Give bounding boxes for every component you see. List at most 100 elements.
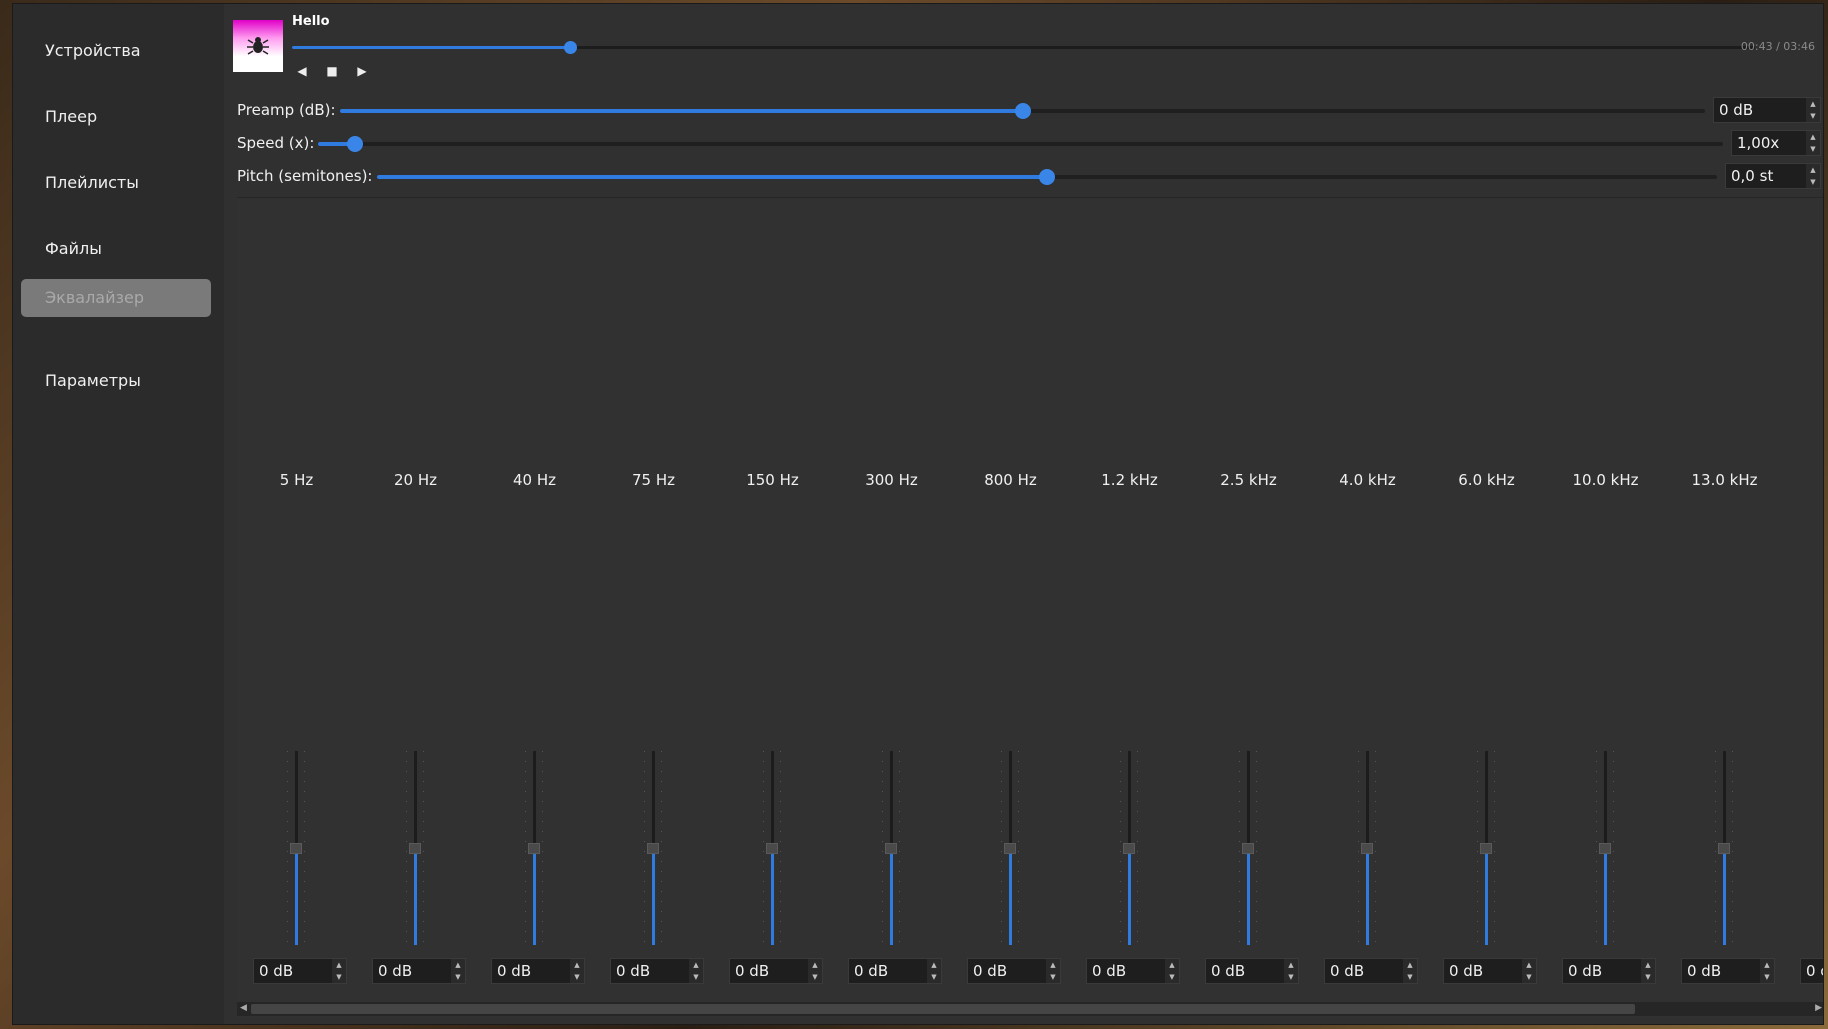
eq-band-spinbox[interactable]: 0 c▲▼ [1800, 958, 1823, 984]
spin-arrows-icon[interactable]: ▲ ▼ [1522, 959, 1536, 983]
eq-band-slider-handle[interactable] [647, 843, 659, 854]
eq-band-slider-handle[interactable] [1242, 843, 1254, 854]
spin-arrows-icon[interactable]: ▲ ▼ [1760, 959, 1774, 983]
pitch-slider[interactable] [377, 169, 1717, 185]
spin-arrows-icon[interactable]: ▲ ▼ [1806, 98, 1820, 122]
preamp-spinbox[interactable]: 0 dB ▲ ▼ [1713, 97, 1821, 123]
sidebar-item-playlists[interactable]: Плейлисты [21, 164, 211, 202]
eq-tick-marks [882, 751, 883, 945]
eq-band-label: 1 [1784, 471, 1823, 489]
speed-slider-handle[interactable] [346, 136, 363, 152]
eq-band-spinbox[interactable]: 0 dB ▲ ▼ [967, 958, 1061, 984]
eq-band: 6.0 kHz 0 dB ▲ ▼ [1427, 198, 1546, 1018]
sidebar-item-settings[interactable]: Параметры [21, 362, 211, 400]
eq-band-spinbox[interactable]: 0 dB ▲ ▼ [848, 958, 942, 984]
eq-band-value: 0 dB [1092, 962, 1127, 980]
stop-button[interactable]: ■ [324, 64, 340, 78]
eq-band: 2.5 kHz 0 dB ▲ ▼ [1189, 198, 1308, 1018]
next-button[interactable]: ▶ [354, 64, 370, 78]
spin-arrows-icon[interactable]: ▲ ▼ [1806, 131, 1820, 155]
eq-band-slider-handle[interactable] [1599, 843, 1611, 854]
eq-band-slider-handle[interactable] [1123, 843, 1135, 854]
pitch-spinbox[interactable]: 0,0 st ▲ ▼ [1725, 163, 1821, 189]
album-cover [233, 20, 283, 72]
spin-arrows-icon[interactable]: ▲ ▼ [927, 959, 941, 983]
spin-arrows-icon[interactable]: ▲ ▼ [1046, 959, 1060, 983]
spin-arrows-icon[interactable]: ▲ ▼ [451, 959, 465, 983]
eq-band-slider-handle[interactable] [1480, 843, 1492, 854]
eq-tick-marks [1256, 751, 1257, 945]
eq-band-slider-handle[interactable] [1361, 843, 1373, 854]
spin-arrows-icon[interactable]: ▲ ▼ [332, 959, 346, 983]
eq-band-slider-fill [890, 848, 893, 945]
previous-button[interactable]: ◀ [294, 64, 310, 78]
eq-tick-marks [1375, 751, 1376, 945]
eq-band-value: 0 dB [1449, 962, 1484, 980]
eq-band-slider-handle[interactable] [766, 843, 778, 854]
eq-band-slider-fill [1485, 848, 1488, 945]
spin-arrows-icon[interactable]: ▲ ▼ [1403, 959, 1417, 983]
eq-band-slider-handle[interactable] [409, 843, 421, 854]
eq-band-value: 0 dB [259, 962, 294, 980]
eq-band-spinbox[interactable]: 0 dB ▲ ▼ [1443, 958, 1537, 984]
eq-band-spinbox[interactable]: 0 dB ▲ ▼ [1681, 958, 1775, 984]
eq-tick-marks [1137, 751, 1138, 945]
horizontal-scrollbar[interactable]: ◀ ▶ [237, 1002, 1823, 1016]
eq-tick-marks [1018, 751, 1019, 945]
eq-tick-marks [899, 751, 900, 945]
eq-band-spinbox[interactable]: 0 dB ▲ ▼ [1086, 958, 1180, 984]
eq-band-label: 75 Hz [631, 471, 675, 489]
eq-band: 20 Hz 0 dB ▲ ▼ [356, 198, 475, 1018]
spin-arrows-icon[interactable]: ▲ ▼ [1641, 959, 1655, 983]
track-title: Hello [292, 14, 330, 29]
eq-band-spinbox[interactable]: 0 dB ▲ ▼ [729, 958, 823, 984]
eq-tick-marks [423, 751, 424, 945]
eq-band-value: 0 dB [735, 962, 770, 980]
main-panel: Hello 00:43 / 03:46 ◀ ■ ▶ Preamp (dB): 0… [224, 4, 1823, 1024]
spin-arrows-icon[interactable]: ▲ ▼ [570, 959, 584, 983]
eq-band-value: 0 c [1806, 962, 1823, 980]
spin-arrows-icon[interactable]: ▲ ▼ [808, 959, 822, 983]
eq-band-spinbox[interactable]: 0 dB ▲ ▼ [253, 958, 347, 984]
seek-slider-handle[interactable] [563, 41, 577, 54]
pitch-slider-handle[interactable] [1039, 169, 1055, 185]
spin-arrows-icon[interactable]: ▲ ▼ [1806, 164, 1820, 188]
spin-arrows-icon[interactable]: ▲ ▼ [1165, 959, 1179, 983]
eq-tick-marks [1715, 751, 1716, 945]
eq-band: 5 Hz 0 dB ▲ ▼ [237, 198, 356, 1018]
sidebar-item-equalizer[interactable]: Эквалайзер [21, 279, 211, 317]
sidebar-item-files[interactable]: Файлы [21, 230, 211, 268]
eq-band-slider-fill [1247, 848, 1250, 945]
eq-band-spinbox[interactable]: 0 dB ▲ ▼ [491, 958, 585, 984]
sidebar-item-player[interactable]: Плеер [21, 98, 211, 136]
app-window: Устройства Плеер Плейлисты Файлы Эквалай… [12, 3, 1824, 1025]
speed-slider[interactable] [318, 136, 1723, 152]
spin-arrows-icon[interactable]: ▲ ▼ [689, 959, 703, 983]
eq-band-spinbox[interactable]: 0 dB ▲ ▼ [1562, 958, 1656, 984]
preamp-label: Preamp (dB): [237, 101, 336, 119]
scroll-left-icon[interactable]: ◀ [240, 1003, 247, 1013]
scrollbar-thumb[interactable] [251, 1004, 1635, 1014]
eq-band-spinbox[interactable]: 0 dB ▲ ▼ [610, 958, 704, 984]
eq-band-slider-handle[interactable] [290, 843, 302, 854]
eq-band-spinbox[interactable]: 0 dB ▲ ▼ [1324, 958, 1418, 984]
spin-arrows-icon[interactable]: ▲ ▼ [1284, 959, 1298, 983]
eq-band-slider-fill [652, 848, 655, 945]
eq-band-label: 150 Hz [746, 471, 799, 489]
eq-band-slider-handle[interactable] [885, 843, 897, 854]
preamp-slider-handle[interactable] [1014, 103, 1031, 119]
sidebar-item-devices[interactable]: Устройства [21, 32, 211, 70]
eq-band-slider-handle[interactable] [528, 843, 540, 854]
eq-tick-marks [661, 751, 662, 945]
eq-tick-marks [1613, 751, 1614, 945]
eq-band-spinbox[interactable]: 0 dB ▲ ▼ [1205, 958, 1299, 984]
speed-spinbox[interactable]: 1,00x ▲ ▼ [1731, 130, 1821, 156]
eq-band: 1.2 kHz 0 dB ▲ ▼ [1070, 198, 1189, 1018]
eq-tick-marks [542, 751, 543, 945]
scroll-right-icon[interactable]: ▶ [1815, 1003, 1822, 1013]
seek-slider[interactable] [292, 41, 1755, 54]
eq-band-slider-handle[interactable] [1718, 843, 1730, 854]
eq-band-spinbox[interactable]: 0 dB ▲ ▼ [372, 958, 466, 984]
eq-band-slider-handle[interactable] [1004, 843, 1016, 854]
preamp-slider[interactable] [340, 103, 1705, 119]
